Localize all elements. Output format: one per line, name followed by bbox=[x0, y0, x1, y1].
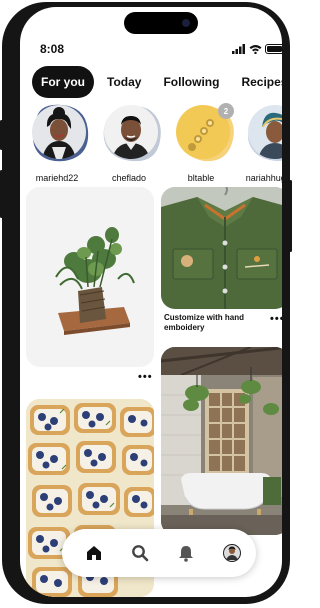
search-icon[interactable] bbox=[130, 543, 150, 563]
pin-image bbox=[161, 347, 282, 535]
pin-bathroom-interior[interactable] bbox=[161, 347, 282, 535]
bottom-nav-bar bbox=[62, 529, 256, 577]
tab-recipes[interactable]: Recipes bbox=[232, 66, 282, 98]
bell-icon[interactable] bbox=[176, 543, 196, 563]
board-label: nariahhughes bbox=[245, 173, 282, 183]
dynamic-island bbox=[124, 12, 198, 34]
wifi-icon bbox=[249, 45, 262, 54]
more-options-icon[interactable]: ••• bbox=[270, 313, 282, 325]
pin-image bbox=[26, 187, 154, 367]
board-label: cheflado bbox=[111, 173, 147, 183]
signal-icon bbox=[232, 44, 245, 54]
camera-icon bbox=[182, 19, 190, 27]
pin-title: Customize with hand emboidery bbox=[164, 313, 244, 332]
tab-for-you[interactable]: For you bbox=[32, 66, 94, 98]
home-icon[interactable] bbox=[84, 543, 104, 563]
battery-icon bbox=[265, 44, 282, 54]
screen: 8:08 For you Today Following Recipes mar… bbox=[20, 7, 282, 597]
feed-tabs: For you Today Following Recipes bbox=[32, 66, 282, 98]
board-badge: 2 bbox=[218, 103, 234, 119]
more-options-icon[interactable]: ••• bbox=[138, 371, 153, 383]
status-time: 8:08 bbox=[40, 42, 65, 56]
side-button bbox=[0, 120, 3, 150]
board-label: mariehd22 bbox=[35, 173, 79, 183]
side-button bbox=[289, 180, 292, 252]
board-label: bltable bbox=[187, 173, 215, 183]
avatar bbox=[104, 105, 158, 159]
pin-image bbox=[161, 187, 282, 309]
status-icons bbox=[232, 44, 282, 54]
tab-following[interactable]: Following bbox=[154, 66, 228, 98]
tab-today[interactable]: Today bbox=[98, 66, 150, 98]
avatar bbox=[32, 105, 86, 159]
pin-embroidered-jacket[interactable] bbox=[161, 187, 282, 309]
pin-plant-arrangement[interactable] bbox=[26, 187, 154, 367]
profile-avatar[interactable] bbox=[222, 543, 242, 563]
side-button bbox=[0, 170, 3, 218]
